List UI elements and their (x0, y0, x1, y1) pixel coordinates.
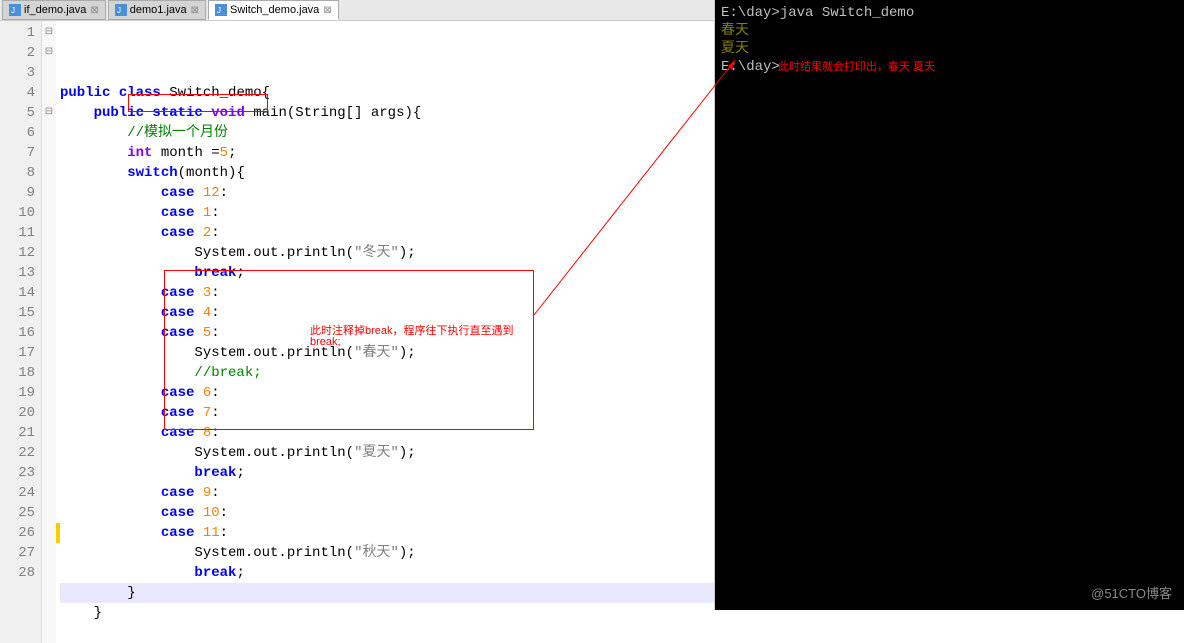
terminal-output: 夏天 (721, 40, 1178, 58)
close-icon[interactable]: ⊠ (323, 5, 331, 16)
svg-text:J: J (217, 6, 221, 15)
fold-gutter[interactable]: ⊟⊟⊟ (42, 21, 56, 643)
terminal-panel[interactable]: E:\day>java Switch_demo 春天 夏天 E:\day> (715, 0, 1184, 610)
java-file-icon: J (215, 4, 227, 16)
java-file-icon: J (9, 4, 21, 16)
terminal-line: E:\day>java Switch_demo (721, 4, 1178, 22)
watermark: @51CTO博客 (1091, 583, 1172, 602)
terminal-output: 春天 (721, 22, 1178, 40)
tab-if-demo[interactable]: J if_demo.java ⊠ (2, 0, 106, 20)
close-icon[interactable]: ⊠ (191, 5, 199, 16)
tab-label: demo1.java (130, 4, 187, 16)
tab-demo1[interactable]: J demo1.java ⊠ (108, 0, 206, 20)
close-icon[interactable]: ⊠ (90, 5, 98, 16)
svg-text:J: J (11, 6, 15, 15)
code-area: 1234567891011121314151617181920212223242… (0, 21, 714, 643)
tab-label: Switch_demo.java (230, 4, 319, 16)
tab-label: if_demo.java (24, 4, 86, 16)
svg-text:J: J (117, 6, 121, 15)
code-editor[interactable]: public class Switch_demo{ public static … (56, 21, 714, 643)
tab-bar: J if_demo.java ⊠ J demo1.java ⊠ J Switch… (0, 0, 714, 21)
tab-switch-demo[interactable]: J Switch_demo.java ⊠ (208, 0, 339, 20)
terminal-line: E:\day> (721, 58, 1178, 76)
java-file-icon: J (115, 4, 127, 16)
line-number-gutter: 1234567891011121314151617181920212223242… (0, 21, 42, 643)
editor-panel: J if_demo.java ⊠ J demo1.java ⊠ J Switch… (0, 0, 715, 610)
